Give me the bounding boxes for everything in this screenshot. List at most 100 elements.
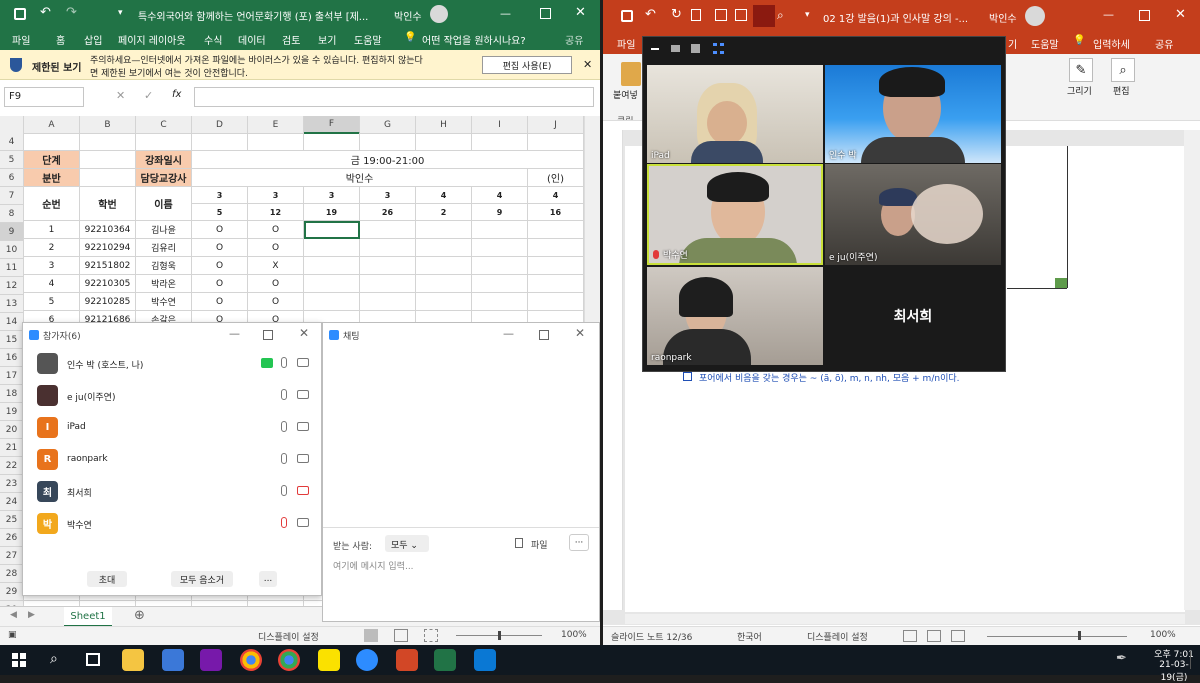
maximize-icon[interactable]	[539, 330, 549, 340]
month-header[interactable]: 3	[304, 187, 360, 204]
month-header[interactable]: 4	[416, 187, 472, 204]
day-header[interactable]: 5	[192, 204, 248, 221]
redo-icon[interactable]: ↷	[66, 5, 77, 20]
student-number[interactable]: 5	[24, 293, 80, 311]
cell[interactable]	[80, 133, 136, 151]
invite-button[interactable]: 초대	[87, 571, 127, 587]
col-header[interactable]: J	[528, 116, 584, 134]
excel-icon[interactable]	[434, 649, 456, 671]
cell[interactable]	[248, 133, 304, 151]
horizontal-scrollbar[interactable]	[625, 614, 1185, 624]
tab-file[interactable]: 파일	[617, 36, 635, 51]
cell[interactable]	[528, 293, 584, 311]
pen-icon[interactable]: ✒	[1116, 651, 1127, 666]
minimize-icon[interactable]	[651, 48, 659, 50]
slide-shape-handle[interactable]	[1055, 278, 1067, 288]
row-header[interactable]: 26	[0, 529, 24, 547]
zoom-slider-thumb[interactable]	[498, 631, 501, 640]
attendance-mark[interactable]: O	[192, 293, 248, 311]
layout-icon[interactable]	[715, 9, 727, 21]
mic-icon[interactable]	[281, 453, 287, 464]
enable-editing-button[interactable]: 편집 사용(E)	[482, 56, 572, 74]
student-number[interactable]: 2	[24, 239, 80, 257]
cell[interactable]	[304, 293, 360, 311]
student-name[interactable]: 박수연	[136, 293, 192, 311]
check-icon[interactable]: ✓	[144, 89, 153, 102]
cell[interactable]	[416, 293, 472, 311]
selected-cell[interactable]	[304, 221, 360, 239]
participant-row[interactable]: 박 박수연	[23, 509, 321, 539]
save-icon[interactable]	[14, 8, 26, 20]
tab-home[interactable]: 홈	[56, 32, 65, 47]
student-id[interactable]: 92210285	[80, 293, 136, 311]
active-quick-icon[interactable]	[753, 5, 775, 27]
cell[interactable]	[80, 151, 136, 169]
normal-view-icon[interactable]	[364, 629, 378, 642]
video-off-icon[interactable]	[297, 486, 309, 495]
row-header[interactable]: 24	[0, 493, 24, 511]
name-box[interactable]: F9	[4, 87, 84, 107]
app-icon[interactable]	[474, 649, 496, 671]
task-view-icon[interactable]	[86, 653, 100, 666]
col-header[interactable]: E	[248, 116, 304, 134]
cell[interactable]	[528, 239, 584, 257]
row-header[interactable]: 29	[0, 583, 24, 601]
page-break-icon[interactable]	[424, 629, 438, 642]
row-header[interactable]: 15	[0, 331, 24, 349]
attendance-mark[interactable]: O	[248, 239, 304, 257]
minimize-icon[interactable]: —	[503, 327, 514, 340]
col-header[interactable]: A	[24, 116, 80, 134]
tab-partial[interactable]: 기	[1008, 36, 1017, 51]
vertical-scrollbar[interactable]	[1184, 130, 1200, 610]
kakaotalk-icon[interactable]	[318, 649, 340, 671]
row-header[interactable]: 22	[0, 457, 24, 475]
col-header[interactable]: C	[136, 116, 192, 134]
student-number[interactable]: 4	[24, 275, 80, 293]
participant-row[interactable]: 인수 박 (호스트, 나)	[23, 349, 321, 379]
maximize-icon[interactable]	[540, 8, 551, 19]
mute-all-button[interactable]: 모두 음소거	[171, 571, 233, 587]
mic-icon[interactable]	[281, 357, 287, 368]
participant-row[interactable]: Rraonpark	[23, 445, 321, 475]
zoom-level[interactable]: 100%	[1150, 630, 1176, 640]
attendance-mark[interactable]: O	[192, 239, 248, 257]
cell[interactable]	[416, 221, 472, 239]
cell[interactable]	[136, 133, 192, 151]
mic-icon[interactable]	[281, 485, 287, 496]
col-header[interactable]: I	[472, 116, 528, 134]
participant-row[interactable]: e ju(이주연)	[23, 381, 321, 411]
cell[interactable]	[416, 133, 472, 151]
cell[interactable]	[472, 257, 528, 275]
tab-formulas[interactable]: 수식	[204, 32, 222, 47]
cell-course-time-label[interactable]: 강좌일시	[136, 151, 192, 169]
cell[interactable]	[360, 275, 416, 293]
draw-label[interactable]: 그리기	[1067, 84, 1092, 97]
quick-access-more-icon[interactable]: ▾	[118, 8, 123, 18]
close-icon[interactable]: ✕	[299, 326, 309, 340]
attendance-mark[interactable]: O	[192, 275, 248, 293]
cell[interactable]	[472, 133, 528, 151]
search-icon[interactable]: ⌕	[1111, 58, 1135, 82]
close-warning-icon[interactable]: ✕	[583, 58, 592, 71]
add-sheet-icon[interactable]: ⊕	[134, 608, 145, 623]
more-button[interactable]: ...	[259, 571, 277, 587]
header-number[interactable]: 순번	[24, 187, 80, 221]
video-icon[interactable]	[297, 422, 309, 431]
close-icon[interactable]: ✕	[575, 5, 586, 20]
day-header[interactable]: 26	[360, 204, 416, 221]
zoom-slider-thumb[interactable]	[1078, 631, 1081, 640]
row-header[interactable]: 17	[0, 367, 24, 385]
row-header[interactable]: 4	[0, 133, 24, 151]
month-header[interactable]: 3	[248, 187, 304, 204]
display-settings[interactable]: 디스플레이 설정	[258, 630, 319, 643]
row-header[interactable]: 23	[0, 475, 24, 493]
slideshow-icon[interactable]	[735, 9, 747, 21]
row-header[interactable]: 12	[0, 277, 24, 295]
col-header[interactable]: G	[360, 116, 416, 134]
cell[interactable]	[80, 169, 136, 187]
avatar[interactable]	[1025, 6, 1045, 26]
col-header[interactable]: F	[304, 116, 360, 134]
zoom-slider[interactable]	[987, 636, 1127, 637]
mic-icon[interactable]	[281, 389, 287, 400]
video-tile[interactable]: raonpark	[647, 267, 823, 365]
